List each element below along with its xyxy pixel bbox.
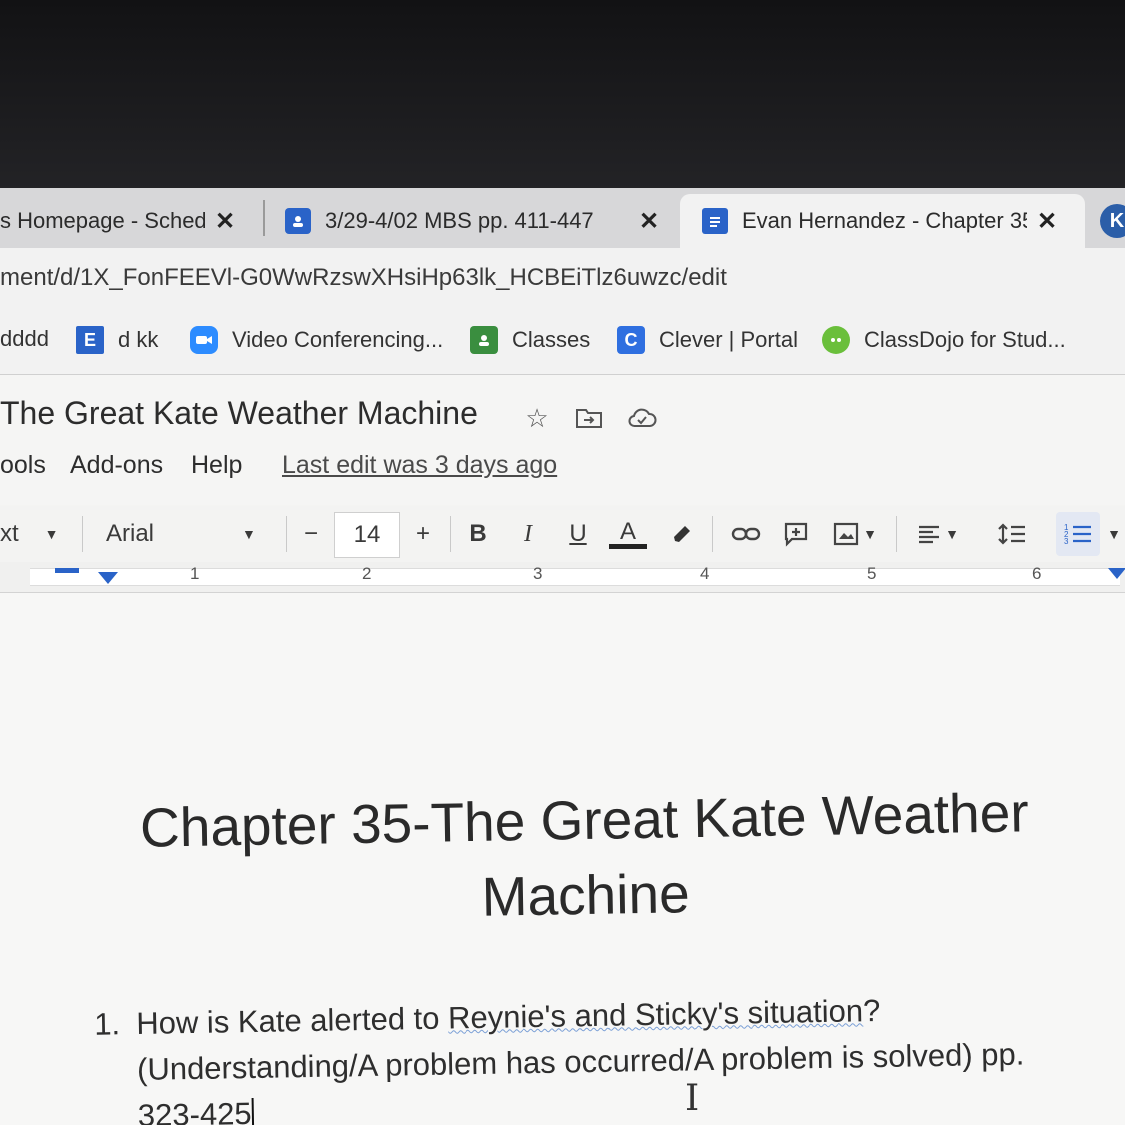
tab-strip: s Homepage - Sched ✕ 3/29-4/02 MBS pp. 4… <box>0 188 1125 248</box>
url-text[interactable]: ment/d/1X_FonFEEVl-G0WwRzswXHsiHp63lk_HC… <box>0 264 727 292</box>
star-icon[interactable]: ☆ <box>522 403 552 433</box>
dropdown-arrow-icon: ▼ <box>945 526 959 542</box>
laptop-bezel <box>0 0 1125 190</box>
text-color-swatch <box>609 543 647 549</box>
menu-add-ons[interactable]: Add-ons <box>70 451 163 480</box>
dropdown-arrow-icon: ▼ <box>242 526 256 542</box>
bookmark-label: Video Conferencing... <box>232 327 444 352</box>
question-text[interactable]: How is Kate alerted to Reynie's and Stic… <box>136 984 1096 1125</box>
font-size-input[interactable]: 14 <box>334 512 400 558</box>
underline-button[interactable]: U <box>560 512 596 556</box>
toolbar-divider <box>286 516 287 552</box>
text-color-button[interactable]: A <box>608 512 648 556</box>
first-line-indent-marker[interactable] <box>55 568 79 573</box>
ruler-number: 2 <box>362 564 372 583</box>
close-icon[interactable]: ✕ <box>215 207 235 236</box>
bookmark-clever[interactable]: C Clever | Portal <box>617 326 798 354</box>
docs-icon <box>702 208 728 234</box>
bookmark-dddd[interactable]: dddd <box>0 326 49 352</box>
toolbar-divider <box>82 516 83 552</box>
menu-help[interactable]: Help <box>191 451 242 480</box>
tab-title: 3/29-4/02 MBS pp. 411-447 <box>325 208 594 233</box>
close-icon[interactable]: ✕ <box>639 207 659 236</box>
dropdown-arrow-icon: ▼ <box>44 526 59 542</box>
line-spacing-icon[interactable] <box>992 512 1032 556</box>
text-cursor <box>251 1097 254 1125</box>
cloud-saved-icon[interactable] <box>627 403 657 433</box>
classroom-icon <box>470 326 498 354</box>
tab-mbs[interactable]: 3/29-4/02 MBS pp. 411-447 ✕ <box>285 194 670 248</box>
tab-evan-hernandez[interactable]: Evan Hernandez - Chapter 35- ✕ <box>680 194 1085 248</box>
bookmark-classdojo[interactable]: ClassDojo for Stud... <box>822 326 1066 354</box>
document-heading: Chapter 35-The Great Kate Weather Machin… <box>0 773 1125 943</box>
bookmark-label: Classes <box>512 327 591 352</box>
question-text-start: How is Kate alerted to <box>135 1000 449 1041</box>
move-to-folder-icon[interactable] <box>574 403 604 433</box>
bookmark-dkk[interactable]: E d kk <box>76 326 158 354</box>
align-left-icon[interactable]: ▼ <box>910 512 966 556</box>
menu-tools[interactable]: ools <box>0 451 46 480</box>
numbered-list-icon[interactable]: 123 <box>1056 512 1100 556</box>
e-icon: E <box>76 326 104 354</box>
bookmark-video-conferencing[interactable]: Video Conferencing... <box>190 326 443 354</box>
zoom-icon <box>190 326 218 354</box>
list-item[interactable]: 1. How is Kate alerted to Reynie's and S… <box>94 984 1096 1125</box>
last-edit-link[interactable]: Last edit was 3 days ago <box>282 451 557 480</box>
document-page[interactable]: Chapter 35-The Great Kate Weather Machin… <box>0 593 1125 1125</box>
bookmark-label: Clever | Portal <box>659 327 798 352</box>
list-number: 1. <box>93 1006 121 1042</box>
paragraph-style-value: xt <box>0 520 19 547</box>
bold-button[interactable]: B <box>460 512 496 556</box>
bookmark-label: d kk <box>118 327 159 352</box>
font-dropdown[interactable]: Arial ▼ <box>106 512 276 556</box>
tab-title: s Homepage - Sched <box>0 208 205 233</box>
partial-tab-icon[interactable]: K <box>1100 204 1125 238</box>
dropdown-arrow-icon: ▼ <box>863 526 877 542</box>
add-comment-icon[interactable] <box>778 512 814 556</box>
bookmark-label: dddd <box>0 326 49 351</box>
address-bar[interactable]: ment/d/1X_FonFEEVl-G0WwRzswXHsiHp63lk_HC… <box>0 248 1125 310</box>
left-indent-marker[interactable] <box>98 572 118 584</box>
toolbar-divider <box>712 516 713 552</box>
ruler-number: 6 <box>1032 564 1042 583</box>
ruler: 1 2 3 4 5 6 <box>0 562 1125 593</box>
classroom-icon <box>285 208 311 234</box>
tab-title: Evan Hernandez - Chapter 35- <box>742 208 1027 233</box>
toolbar-divider <box>450 516 451 552</box>
bookmark-label: ClassDojo for Stud... <box>864 327 1066 352</box>
ruler-number: 3 <box>533 564 543 583</box>
document-title[interactable]: The Great Kate Weather Machine <box>0 395 478 432</box>
classdojo-icon <box>822 326 850 354</box>
insert-image-icon[interactable]: ▼ <box>826 512 884 556</box>
bookmark-classes[interactable]: Classes <box>470 326 590 354</box>
close-icon[interactable]: ✕ <box>1037 207 1057 236</box>
mouse-ibeam-cursor-icon: I <box>685 1078 700 1119</box>
ruler-number: 5 <box>867 564 877 583</box>
tab-homepage[interactable]: s Homepage - Sched ✕ <box>0 194 255 248</box>
svg-text:3: 3 <box>1064 537 1069 546</box>
decrease-font-size-button[interactable]: − <box>290 512 332 556</box>
doc-header: The Great Kate Weather Machine ☆ ools Ad… <box>0 375 1125 505</box>
formatting-toolbar: xt ▼ Arial ▼ − 14 + B I U A ▼ ▼ 1 2 3 ▼ <box>0 506 1125 562</box>
highlight-pen-icon[interactable] <box>664 512 700 556</box>
right-indent-marker[interactable] <box>1108 568 1125 579</box>
font-value: Arial <box>106 520 155 547</box>
ruler-number: 1 <box>190 564 200 583</box>
spellcheck-underlined-text[interactable]: Reynie's and Sticky's situation <box>448 993 864 1035</box>
clever-icon: C <box>617 326 645 354</box>
tab-separator <box>263 200 265 236</box>
ruler-number: 4 <box>700 564 710 583</box>
increase-font-size-button[interactable]: + <box>402 512 444 556</box>
paragraph-style-dropdown[interactable]: xt ▼ <box>0 512 70 556</box>
text-color-letter: A <box>619 517 636 545</box>
screen: s Homepage - Sched ✕ 3/29-4/02 MBS pp. 4… <box>0 188 1125 1125</box>
insert-link-icon[interactable] <box>726 512 766 556</box>
bookmarks-bar: dddd E d kk Video Conferencing... Classe… <box>0 310 1125 375</box>
italic-button[interactable]: I <box>510 512 546 556</box>
toolbar-divider <box>896 516 897 552</box>
dropdown-arrow-icon[interactable]: ▼ <box>1104 512 1124 556</box>
